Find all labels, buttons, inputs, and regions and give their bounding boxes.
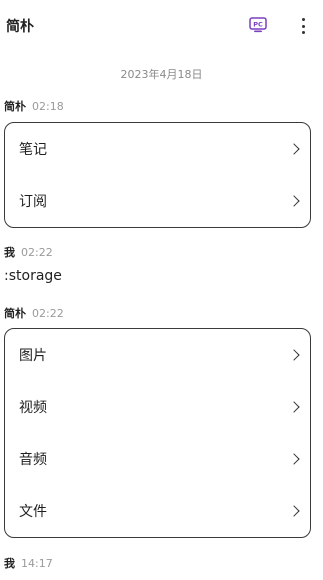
card-item-label: 订阅: [19, 194, 47, 210]
menu-card: 图片 视频 音频 文件: [4, 328, 311, 538]
menu-card: 笔记 订阅: [4, 122, 311, 228]
card-item-label: 笔记: [19, 142, 47, 158]
card-item-label: 文件: [19, 504, 47, 520]
card-item-files[interactable]: 文件: [5, 485, 310, 537]
sender-name: 简朴: [4, 100, 26, 113]
svg-text:PC: PC: [253, 21, 263, 29]
card-item-label: 音频: [19, 452, 47, 468]
chevron-right-icon: [288, 453, 300, 465]
message-meta: 我 02:22: [4, 244, 53, 260]
card-item-images[interactable]: 图片: [5, 329, 310, 381]
card-item-label: 视频: [19, 400, 47, 416]
chevron-right-icon: [288, 401, 300, 413]
chevron-right-icon: [288, 195, 300, 207]
date-separator: 2023年4月18日: [120, 68, 203, 81]
message-meta: 我 14:17: [4, 555, 53, 571]
sender-name: 我: [4, 246, 15, 259]
card-item-notes[interactable]: 笔记: [5, 123, 310, 175]
message-time: 02:22: [32, 307, 64, 320]
more-vertical-icon[interactable]: [297, 16, 309, 36]
card-item-audio[interactable]: 音频: [5, 433, 310, 485]
chevron-right-icon: [288, 505, 300, 517]
message-meta: 简朴 02:22: [4, 305, 64, 321]
pc-icon[interactable]: PC: [249, 17, 267, 33]
message-meta: 简朴 02:18: [4, 98, 64, 114]
card-item-videos[interactable]: 视频: [5, 381, 310, 433]
sender-name: 简朴: [4, 307, 26, 320]
message-time: 02:22: [21, 246, 53, 259]
chevron-right-icon: [288, 349, 300, 361]
chevron-right-icon: [288, 143, 300, 155]
message-text: :storage: [4, 268, 62, 284]
message-time: 02:18: [32, 100, 64, 113]
chat-title: 简朴: [6, 19, 34, 35]
card-item-label: 图片: [19, 348, 47, 364]
message-time: 14:17: [21, 557, 53, 570]
sender-name: 我: [4, 557, 15, 570]
app-header: 简朴 PC: [0, 0, 323, 52]
card-item-subscriptions[interactable]: 订阅: [5, 175, 310, 227]
